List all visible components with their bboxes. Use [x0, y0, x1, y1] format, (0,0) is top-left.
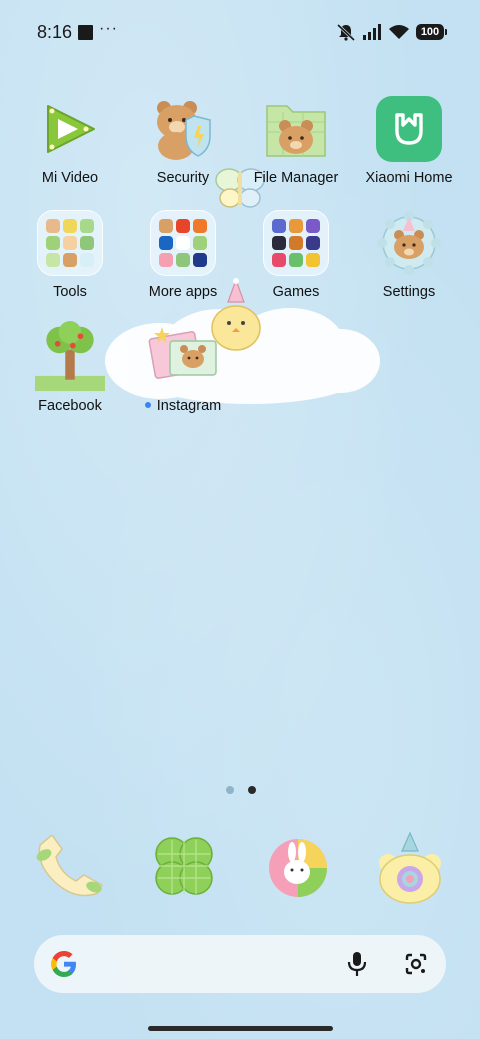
clover-icon [155, 837, 213, 895]
app-games-folder[interactable]: Games [236, 208, 356, 313]
phone-icon [36, 835, 103, 897]
bear-folder-icon [261, 94, 331, 164]
app-more-apps-folder[interactable]: More apps [123, 208, 243, 313]
new-install-dot [144, 402, 151, 409]
app-label: File Manager [253, 170, 339, 186]
status-icons: 100 [336, 22, 447, 42]
dock-phone[interactable] [32, 830, 108, 906]
app-label: Instagram [123, 398, 243, 414]
app-label: Games [272, 284, 320, 300]
dock-browser[interactable] [260, 830, 336, 906]
dock-camera[interactable] [372, 830, 448, 906]
xiaomi-home-icon [374, 94, 444, 164]
folder-icon [148, 208, 218, 278]
status-bar: 8:16 ··· 100 [0, 0, 480, 62]
app-tools-folder[interactable]: Tools [10, 208, 130, 313]
overflow-notification-icon: ··· [99, 20, 118, 37]
folder-icon [35, 208, 105, 278]
lens-icon[interactable] [404, 952, 428, 976]
dock-messages[interactable] [146, 830, 222, 906]
folder-icon [261, 208, 331, 278]
notification-square-icon [78, 25, 93, 40]
app-mi-video[interactable]: Mi Video [10, 94, 130, 199]
app-instagram[interactable]: Instagram [123, 322, 243, 427]
app-file-manager[interactable]: File Manager [236, 94, 356, 199]
battery-icon: 100 [416, 24, 447, 40]
page-dot-2-active[interactable] [248, 786, 256, 794]
google-search-bar[interactable] [34, 935, 446, 993]
app-label: Security [156, 170, 210, 186]
bear-shield-icon [148, 94, 218, 164]
page-indicator [226, 786, 256, 794]
bunny-browser-icon [269, 839, 327, 897]
page-dot-1[interactable] [226, 786, 234, 794]
bear-gear-icon [374, 208, 444, 278]
app-label: Xiaomi Home [365, 170, 453, 186]
signal-icon [363, 24, 381, 40]
app-facebook[interactable]: Facebook [10, 321, 130, 427]
play-triangle-icon [35, 94, 105, 164]
gesture-navigation-bar[interactable] [148, 1026, 333, 1031]
app-security[interactable]: Security [123, 94, 243, 199]
wifi-icon [389, 25, 409, 39]
app-settings[interactable]: Settings [349, 208, 469, 313]
app-label: Tools [53, 284, 87, 300]
app-label-text: Instagram [156, 398, 222, 414]
app-label: Facebook [38, 398, 102, 414]
bear-photo-icon [148, 322, 218, 392]
app-label: More apps [148, 284, 218, 300]
app-label: Settings [382, 284, 436, 300]
microphone-icon[interactable] [346, 951, 368, 977]
google-icon [51, 951, 76, 977]
silent-mode-icon [336, 23, 356, 41]
status-time: 8:16 [37, 22, 73, 42]
app-xiaomi-home[interactable]: Xiaomi Home [349, 94, 469, 199]
tree-icon [35, 321, 105, 392]
app-label: Mi Video [41, 170, 99, 186]
bear-camera-icon [379, 831, 441, 904]
